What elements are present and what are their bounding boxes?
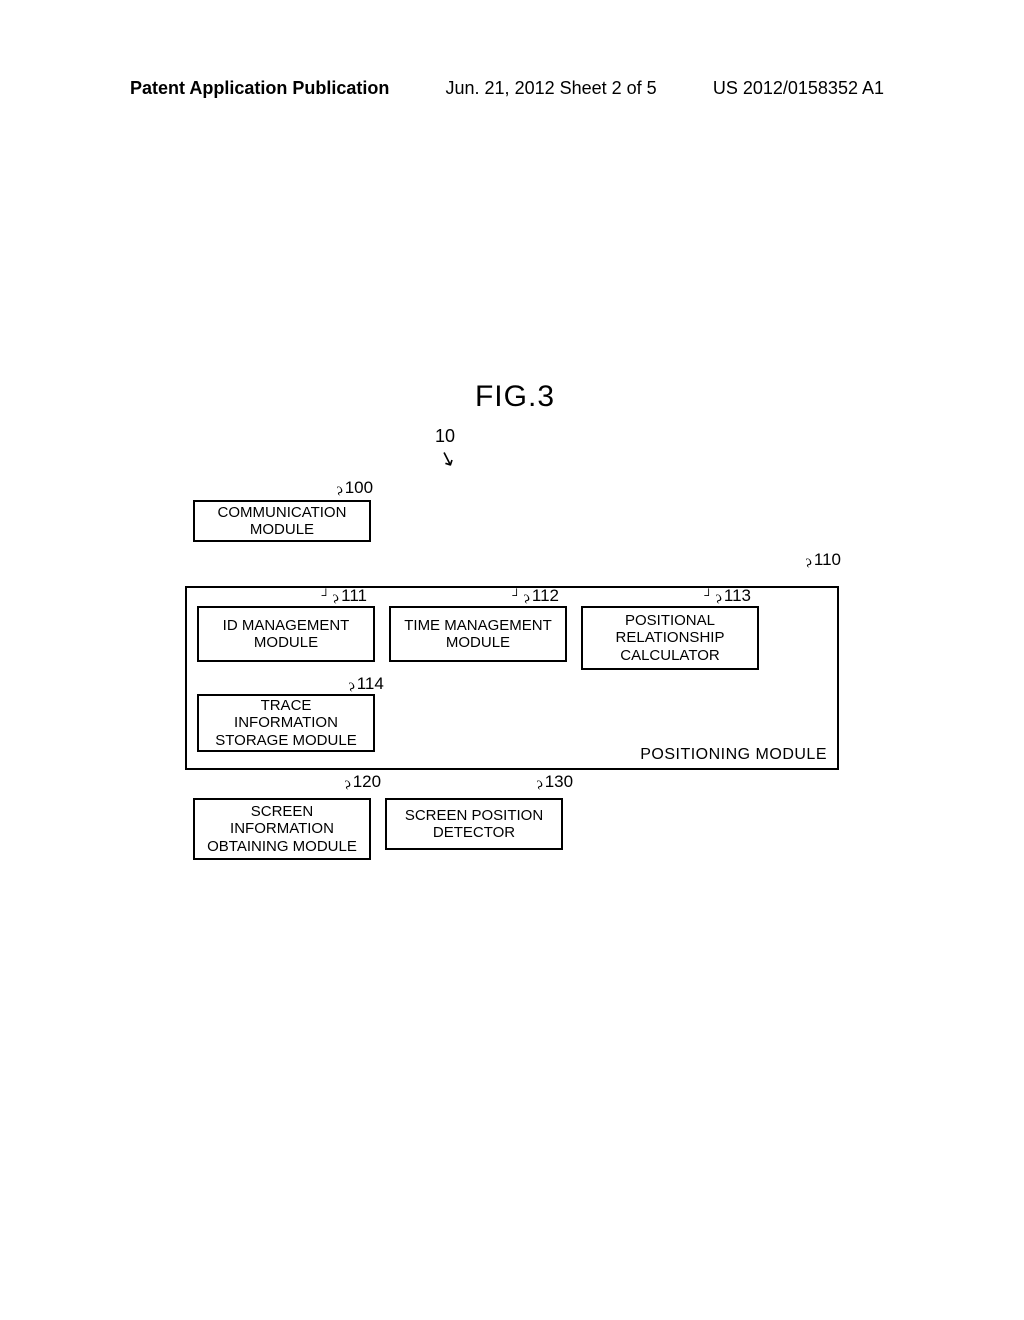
communication-module-label: COMMUNICATION MODULE bbox=[218, 504, 347, 539]
header-right: US 2012/0158352 A1 bbox=[713, 78, 884, 99]
figure-label: FIG.3 bbox=[185, 380, 845, 414]
ref-113: ς113 bbox=[716, 586, 751, 606]
ref-100: ς100 bbox=[337, 478, 373, 498]
id-management-label: ID MANAGEMENT MODULE bbox=[223, 617, 350, 652]
ref-10-container: 10 ↘ bbox=[185, 432, 845, 472]
time-management-module-box: ς112 TIME MANAGEMENT MODULE bbox=[389, 606, 567, 662]
time-management-label: TIME MANAGEMENT MODULE bbox=[404, 617, 552, 652]
trace-info-label: TRACE INFORMATION STORAGE MODULE bbox=[215, 697, 356, 749]
communication-module-box: COMMUNICATION MODULE bbox=[193, 500, 371, 542]
page-header: Patent Application Publication Jun. 21, … bbox=[0, 0, 1024, 99]
ref-112: ς112 bbox=[524, 586, 559, 606]
figure-3: FIG.3 10 ↘ ς100 COMMUNICATION MODULE ς11… bbox=[185, 380, 845, 860]
header-left: Patent Application Publication bbox=[130, 78, 389, 99]
positioning-module-container: ς111 ID MANAGEMENT MODULE ς112 TIME MANA… bbox=[185, 586, 839, 770]
bottom-row: SCREEN INFORMATION OBTAINING MODULE SCRE… bbox=[193, 798, 845, 860]
screen-info-label: SCREEN INFORMATION OBTAINING MODULE bbox=[207, 803, 357, 855]
screen-position-detector-box: SCREEN POSITION DETECTOR bbox=[385, 798, 563, 850]
screen-position-label: SCREEN POSITION DETECTOR bbox=[405, 807, 543, 842]
ref-110: ς110 bbox=[806, 550, 841, 570]
row-1: ς111 ID MANAGEMENT MODULE ς112 TIME MANA… bbox=[197, 606, 827, 670]
positioning-module-label: POSITIONING MODULE bbox=[640, 746, 827, 764]
positional-relationship-calculator-box: ς113 POSITIONAL RELATIONSHIP CALCULATOR bbox=[581, 606, 759, 670]
ref-111: ς111 bbox=[333, 586, 367, 606]
id-management-module-box: ς111 ID MANAGEMENT MODULE bbox=[197, 606, 375, 662]
ref-114: ς114 bbox=[349, 674, 384, 694]
row-2: TRACE INFORMATION STORAGE MODULE bbox=[197, 694, 827, 752]
trace-information-storage-module-box: TRACE INFORMATION STORAGE MODULE bbox=[197, 694, 375, 752]
positional-relationship-label: POSITIONAL RELATIONSHIP CALCULATOR bbox=[616, 612, 725, 664]
ref-130: ς130 bbox=[537, 772, 573, 792]
header-center: Jun. 21, 2012 Sheet 2 of 5 bbox=[446, 78, 657, 99]
ref-10-arrow-icon: ↘ bbox=[436, 444, 460, 473]
screen-information-obtaining-module-box: SCREEN INFORMATION OBTAINING MODULE bbox=[193, 798, 371, 860]
ref-120: ς120 bbox=[345, 772, 381, 792]
